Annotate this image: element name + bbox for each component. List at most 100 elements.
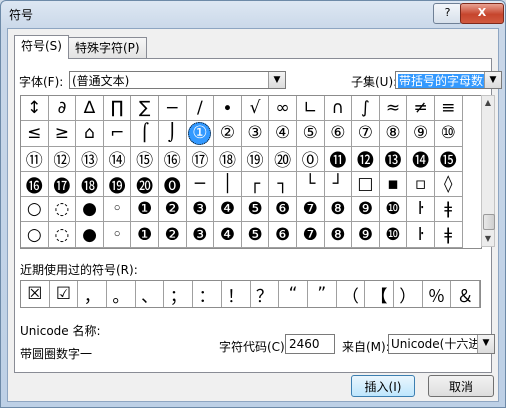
- subset-select[interactable]: 带括号的字母数字 ▼: [395, 71, 502, 89]
- symbol-cell[interactable]: ⓴: [131, 171, 159, 198]
- symbol-cell[interactable]: ⌠: [131, 121, 159, 147]
- symbol-cell[interactable]: ❸: [186, 197, 215, 223]
- symbol-cell[interactable]: ǂ: [434, 222, 463, 248]
- symbol-cell[interactable]: −: [158, 96, 187, 122]
- help-button[interactable]: ?: [433, 3, 462, 24]
- symbol-cell[interactable]: ○: [21, 197, 49, 223]
- symbol-cell[interactable]: ┌: [241, 171, 270, 198]
- symbol-cell[interactable]: ⓮: [407, 146, 435, 172]
- symbol-cell[interactable]: ④: [269, 121, 297, 147]
- symbol-cell[interactable]: ○: [21, 222, 49, 248]
- symbol-cell[interactable]: ❾: [352, 197, 380, 223]
- symbol-cell[interactable]: ❹: [214, 222, 242, 248]
- recent-symbol-cell[interactable]: ？: [251, 281, 280, 307]
- symbol-cell[interactable]: ●: [76, 222, 104, 248]
- symbol-cell[interactable]: ⑰: [186, 146, 215, 172]
- recent-symbol-cell[interactable]: ％: [423, 281, 452, 307]
- symbol-cell[interactable]: ⓲: [76, 171, 104, 198]
- symbol-cell[interactable]: ①: [186, 121, 215, 147]
- symbol-cell[interactable]: ⓳: [103, 171, 132, 198]
- symbol-cell[interactable]: ⓭: [379, 146, 408, 172]
- symbol-cell[interactable]: ≈: [379, 96, 408, 122]
- symbol-cell[interactable]: ┘: [324, 171, 353, 198]
- chevron-down-icon[interactable]: ▼: [477, 335, 494, 353]
- symbol-cell[interactable]: ❿: [379, 222, 408, 248]
- symbol-cell[interactable]: ❽: [324, 222, 353, 248]
- symbol-cell[interactable]: ❶: [131, 197, 159, 223]
- symbol-cell[interactable]: ⑨: [407, 121, 435, 147]
- recent-symbols[interactable]: ☒ ☑，。、；：！？ “” （【）％＆: [20, 280, 481, 308]
- symbol-cell[interactable]: ⑤: [296, 121, 325, 147]
- symbol-cell[interactable]: ⓱: [48, 171, 77, 198]
- font-select[interactable]: (普通文本) ▼: [69, 71, 286, 89]
- symbol-cell[interactable]: ≤: [21, 121, 49, 147]
- symbol-cell[interactable]: ↕: [21, 96, 49, 122]
- tab-symbols[interactable]: 符号(S): [14, 35, 69, 59]
- tab-special-characters[interactable]: 特殊字符(P): [68, 37, 147, 58]
- symbol-cell[interactable]: ❼: [296, 197, 325, 223]
- symbol-cell[interactable]: │: [214, 171, 242, 198]
- chevron-down-icon[interactable]: ▼: [268, 72, 285, 88]
- symbol-cell[interactable]: ∟: [296, 96, 325, 122]
- symbol-cell[interactable]: ∫: [352, 96, 380, 122]
- selected-symbol[interactable]: ①: [188, 121, 212, 145]
- symbol-cell[interactable]: ❽: [324, 197, 353, 223]
- recent-symbol-cell[interactable]: ！: [222, 281, 251, 307]
- symbol-cell[interactable]: ≠: [407, 96, 435, 122]
- symbol-cell[interactable]: ❼: [296, 222, 325, 248]
- symbol-cell[interactable]: ∆: [76, 96, 104, 122]
- symbol-cell[interactable]: ŀ: [407, 222, 435, 248]
- recent-symbol-cell[interactable]: ☒: [21, 281, 50, 307]
- recent-symbol-cell[interactable]: 。: [107, 281, 136, 307]
- symbol-cell[interactable]: ⓿: [158, 171, 187, 198]
- symbol-cell[interactable]: ⑳: [269, 146, 297, 172]
- scroll-thumb[interactable]: [483, 214, 495, 230]
- symbol-cell[interactable]: ⌡: [158, 121, 187, 147]
- symbol-cell[interactable]: ǂ: [434, 197, 463, 223]
- scroll-down-icon[interactable]: ▼: [482, 232, 494, 246]
- symbol-cell[interactable]: └: [296, 171, 325, 198]
- symbol-cell[interactable]: ⑪: [21, 146, 49, 172]
- symbol-grid[interactable]: ↕ ∂ ∆ ∏ ∑ − ∕ ∙ √ ∞ ∟ ∩ ∫ ≈ ≠ ≡ ≤ ≥ ⌂ ⌐ ⌠ ⌡ ① ② ③ ④ ⑤ ⑥ ⑦ ⑧ ⑨ ⑩ ⑪ ⑫ ⑬ ⑭ ⑮ ⑯ ⑰ ⑱…: [20, 95, 482, 249]
- symbol-cell[interactable]: ⑯: [158, 146, 187, 172]
- symbol-cell[interactable]: ❷: [158, 197, 187, 223]
- symbol-cell[interactable]: ❻: [269, 197, 297, 223]
- recent-symbol-cell[interactable]: （: [337, 281, 366, 307]
- symbol-cell[interactable]: ⓯: [434, 146, 463, 172]
- recent-symbol-cell[interactable]: 、: [136, 281, 165, 307]
- from-select[interactable]: Unicode(十六进 ▼: [388, 334, 495, 354]
- symbol-cell[interactable]: ─: [186, 171, 215, 198]
- symbol-cell[interactable]: ⓬: [352, 146, 380, 172]
- symbol-cell[interactable]: ❷: [158, 222, 187, 248]
- insert-button[interactable]: 插入(I): [351, 375, 415, 397]
- recent-symbol-cell[interactable]: ，: [78, 281, 108, 307]
- symbol-cell[interactable]: ∏: [103, 96, 132, 122]
- symbol-cell[interactable]: ⌐: [103, 121, 132, 147]
- symbol-cell[interactable]: ⑩: [434, 121, 463, 147]
- close-button[interactable]: X: [460, 3, 504, 24]
- symbol-cell[interactable]: ●: [76, 197, 104, 223]
- symbol-cell[interactable]: ❿: [379, 197, 408, 223]
- symbol-cell[interactable]: √: [241, 96, 270, 122]
- recent-symbol-cell[interactable]: ：: [193, 281, 222, 307]
- recent-symbol-cell[interactable]: ☑: [50, 281, 79, 307]
- symbol-cell[interactable]: ∩: [324, 96, 353, 122]
- symbol-cell[interactable]: ⑮: [131, 146, 159, 172]
- symbol-cell[interactable]: ⑥: [324, 121, 353, 147]
- symbol-cell[interactable]: ∑: [131, 96, 159, 122]
- symbol-cell[interactable]: ⑱: [214, 146, 242, 172]
- symbol-cell[interactable]: ▫: [407, 171, 435, 198]
- symbol-cell[interactable]: ⓫: [324, 146, 353, 172]
- symbol-cell[interactable]: ◦: [103, 197, 132, 223]
- symbol-cell[interactable]: ⑭: [103, 146, 132, 172]
- symbol-grid-scrollbar[interactable]: ▲ ▼: [481, 95, 495, 247]
- recent-symbol-cell[interactable]: ）: [394, 281, 423, 307]
- symbol-cell[interactable]: ❹: [214, 197, 242, 223]
- scroll-up-icon[interactable]: ▲: [482, 96, 494, 110]
- symbol-cell[interactable]: ❾: [352, 222, 380, 248]
- symbol-cell[interactable]: ❻: [269, 222, 297, 248]
- recent-symbol-cell[interactable]: ＆: [451, 281, 480, 307]
- symbol-cell[interactable]: ⑧: [379, 121, 408, 147]
- symbol-cell[interactable]: ❶: [131, 222, 159, 248]
- symbol-cell[interactable]: ∞: [269, 96, 297, 122]
